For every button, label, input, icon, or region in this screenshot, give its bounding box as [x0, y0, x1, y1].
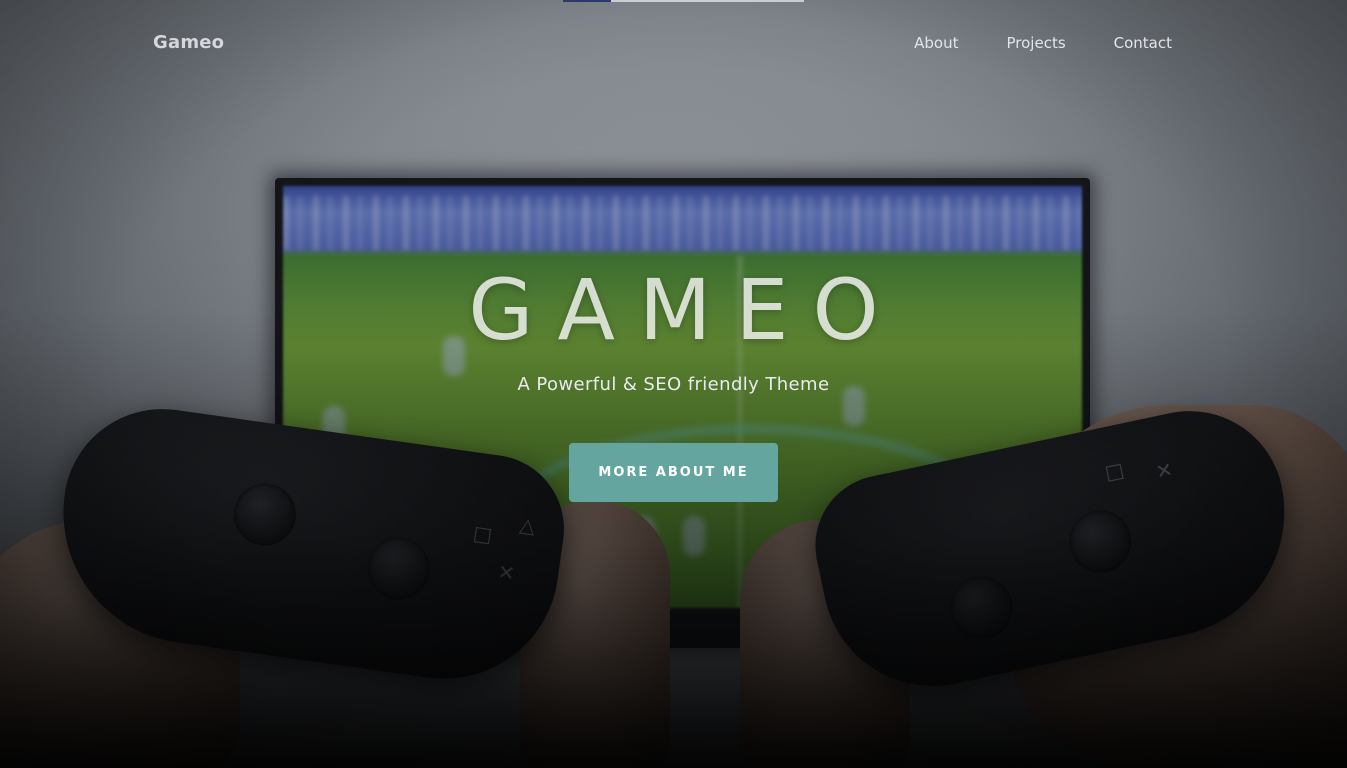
- cross-icon: ✕: [496, 559, 517, 586]
- nav-link-about[interactable]: About: [914, 34, 958, 52]
- top-navbar: Gameo About Projects Contact: [0, 0, 1347, 86]
- nav-links: About Projects Contact: [866, 34, 1172, 52]
- hero-subtitle: A Powerful & SEO friendly Theme: [517, 374, 830, 395]
- more-about-me-button[interactable]: MORE ABOUT ME: [569, 443, 778, 502]
- nav-link-contact[interactable]: Contact: [1114, 34, 1172, 52]
- analog-stick: [1063, 504, 1137, 579]
- nav-link-projects[interactable]: Projects: [1007, 34, 1066, 52]
- hero-section: □ △ ✕ □ ✕ Gameo About Projects Contact G…: [0, 0, 1347, 768]
- triangle-icon: △: [518, 512, 537, 539]
- analog-stick: [944, 570, 1019, 645]
- hero-title: GAMEO: [468, 261, 903, 359]
- football-player: [683, 516, 705, 556]
- brand-logo-link[interactable]: Gameo: [153, 32, 224, 53]
- stadium-crowd: [283, 196, 1082, 250]
- hero-content: GAMEO A Powerful & SEO friendly Theme MO…: [0, 258, 1347, 502]
- square-icon: □: [471, 520, 494, 548]
- analog-stick: [363, 533, 434, 604]
